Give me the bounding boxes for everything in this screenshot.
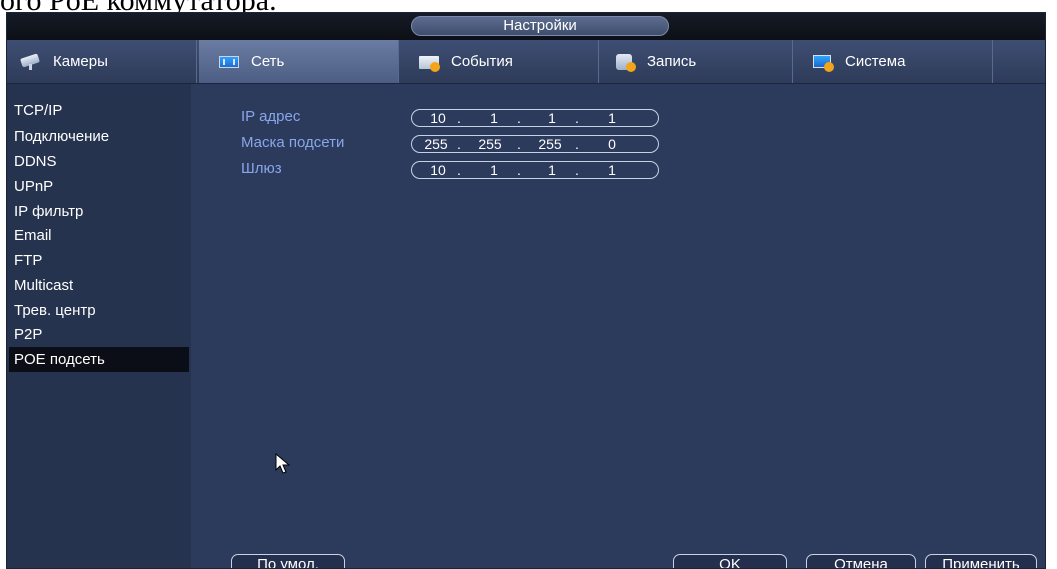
ok-button[interactable]: OK <box>673 554 787 568</box>
poe-subnet-panel: IP адрес 10 . 1 . 1 . 1 Маска подсети 25… <box>191 84 1045 568</box>
sidebar-item-connection[interactable]: Подключение <box>9 124 189 149</box>
events-icon <box>417 53 441 72</box>
gateway-label: Шлюз <box>241 160 282 177</box>
network-icon <box>217 53 241 71</box>
gateway-octet-2: 1 <box>490 162 498 178</box>
ip-octet-3: 1 <box>548 110 556 126</box>
mask-octet-2: 255 <box>478 136 502 152</box>
main-tabs: Камеры Сеть События Запись Система <box>7 40 1045 84</box>
ip-octet-4: 1 <box>608 110 616 126</box>
mask-octet-4: 0 <box>608 136 616 152</box>
tab-record[interactable]: Запись <box>599 40 793 83</box>
sidebar-item-alarm-center[interactable]: Трев. центр <box>9 298 189 323</box>
system-icon <box>811 53 835 72</box>
subnet-mask-field[interactable]: 255 . 255 . 255 . 0 <box>411 135 659 153</box>
sidebar-item-poe-subnet[interactable]: POE подсеть <box>9 347 189 372</box>
sidebar: TCP/IP Подключение DDNS UPnP IP фильтр E… <box>7 84 191 568</box>
sidebar-item-ip-filter[interactable]: IP фильтр <box>9 199 189 224</box>
tab-label: Камеры <box>53 53 108 70</box>
settings-window: Настройки Камеры Сеть События Запись Сис… <box>6 12 1046 569</box>
gateway-octet-4: 1 <box>608 162 616 178</box>
default-button[interactable]: По умол. <box>231 554 345 568</box>
tab-label: Система <box>845 53 906 70</box>
ip-address-field[interactable]: 10 . 1 . 1 . 1 <box>411 109 659 127</box>
subnet-mask-label: Маска подсети <box>241 134 345 151</box>
tab-system[interactable]: Система <box>793 40 993 83</box>
mouse-cursor-icon <box>275 453 291 474</box>
sidebar-item-tcpip[interactable]: TCP/IP <box>9 98 189 123</box>
camera-icon <box>19 53 43 71</box>
tab-network[interactable]: Сеть <box>199 40 399 83</box>
tab-label: Запись <box>647 53 697 70</box>
sidebar-item-upnp[interactable]: UPnP <box>9 174 189 199</box>
mask-octet-3: 255 <box>538 136 562 152</box>
gateway-octet-3: 1 <box>548 162 556 178</box>
ip-octet-2: 1 <box>490 110 498 126</box>
sidebar-item-multicast[interactable]: Multicast <box>9 273 189 298</box>
tab-label: События <box>451 53 513 70</box>
record-icon <box>613 53 637 72</box>
title-bar: Настройки <box>7 13 1045 40</box>
ip-octet-1: 10 <box>430 110 446 126</box>
tab-label: Сеть <box>251 53 285 70</box>
mask-octet-1: 255 <box>424 136 448 152</box>
gateway-field[interactable]: 10 . 1 . 1 . 1 <box>411 161 659 179</box>
gateway-octet-1: 10 <box>430 162 446 178</box>
sidebar-item-ddns[interactable]: DDNS <box>9 149 189 174</box>
apply-button[interactable]: Применить <box>925 554 1037 568</box>
window-title: Настройки <box>411 16 669 36</box>
sidebar-item-email[interactable]: Email <box>9 223 189 248</box>
sidebar-item-ftp[interactable]: FTP <box>9 248 189 273</box>
cancel-button[interactable]: Отмена <box>806 554 916 568</box>
tab-cameras[interactable]: Камеры <box>7 40 197 83</box>
tab-events[interactable]: События <box>399 40 599 83</box>
ip-address-label: IP адрес <box>241 108 301 125</box>
sidebar-item-p2p[interactable]: P2P <box>9 322 189 347</box>
